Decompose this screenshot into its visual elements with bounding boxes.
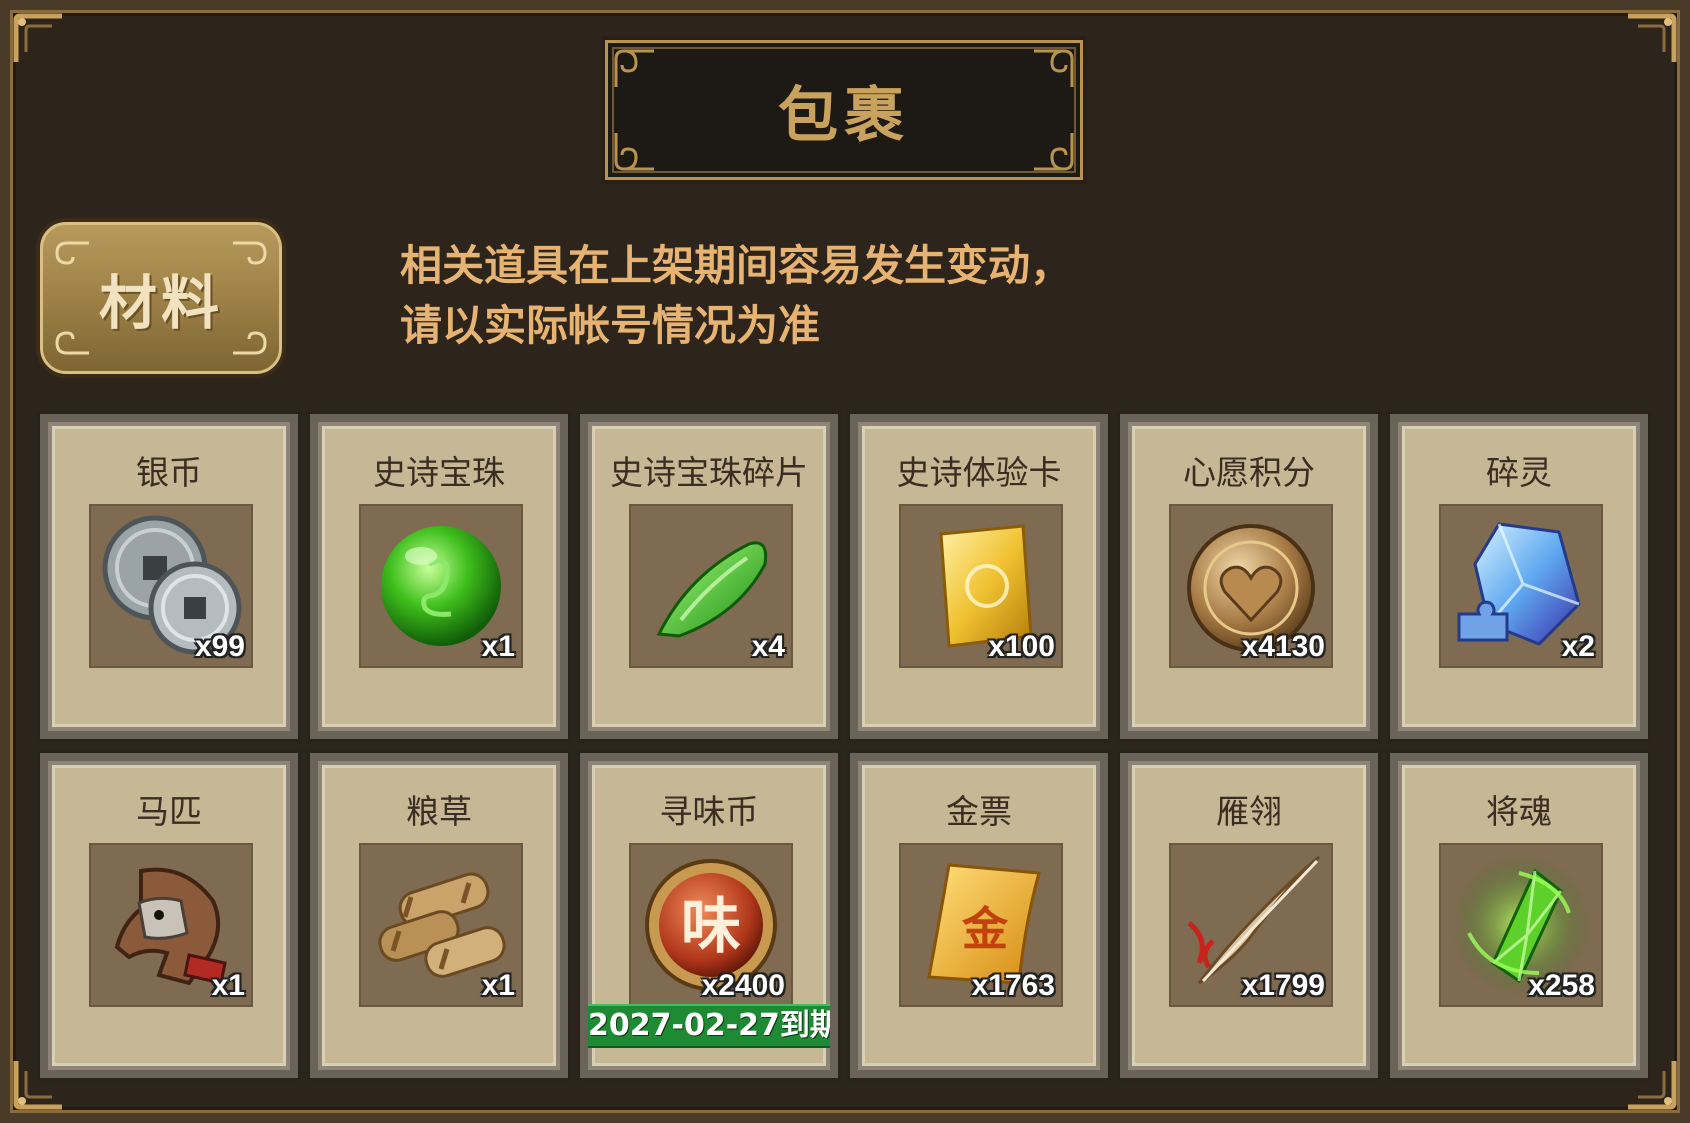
item-card[interactable]: 史诗宝珠碎片 x4 xyxy=(580,414,838,739)
window-title-plate: 包裹 xyxy=(605,40,1083,180)
item-icon-slot: 金 x1763 xyxy=(899,843,1063,1007)
item-card[interactable]: 雁翎 x1799 xyxy=(1120,753,1378,1078)
item-card[interactable]: 心愿积分 x4130 xyxy=(1120,414,1378,739)
corner-ornament-icon xyxy=(1628,13,1677,62)
item-quantity: x4130 xyxy=(1241,630,1325,663)
item-name: 雁翎 xyxy=(1216,792,1282,831)
tab-curl-icon xyxy=(233,331,267,355)
item-card[interactable]: 银币 x99 xyxy=(40,414,298,739)
item-grid: 银币 x99 史诗宝珠 x1 史诗宝珠碎片 x4 史诗体验卡 x100 心愿积分… xyxy=(40,414,1650,1081)
item-icon-slot: x4130 xyxy=(1169,504,1333,668)
item-icon-slot: x1 xyxy=(359,504,523,668)
item-card[interactable]: 将魂 x258 xyxy=(1390,753,1648,1078)
item-card[interactable]: 碎灵 x2 xyxy=(1390,414,1648,739)
svg-text:味: 味 xyxy=(681,892,741,962)
item-name: 马匹 xyxy=(136,792,202,831)
corner-ornament-icon xyxy=(13,13,62,62)
item-icon-slot: x1799 xyxy=(1169,843,1333,1007)
notice-line-2: 请以实际帐号情况为准 xyxy=(400,301,821,350)
item-quantity: x1763 xyxy=(971,969,1055,1002)
item-icon-slot: 味 x2400 xyxy=(629,843,793,1007)
item-name: 史诗体验卡 xyxy=(896,453,1062,492)
item-card[interactable]: 寻味币 味 x2400 2027-02-27到期 xyxy=(580,753,838,1078)
item-card[interactable]: 马匹 x1 xyxy=(40,753,298,1078)
notice-text: 相关道具在上架期间容易发生变动， 请以实际帐号情况为准 xyxy=(400,236,1160,356)
tab-materials[interactable]: 材料 xyxy=(40,222,282,374)
tab-materials-label: 材料 xyxy=(98,269,223,337)
tab-curl-icon xyxy=(55,241,89,265)
expiry-badge: 2027-02-27到期 xyxy=(588,1004,830,1048)
item-name: 银币 xyxy=(136,453,202,492)
item-icon-slot: x2 xyxy=(1439,504,1603,668)
item-card[interactable]: 史诗体验卡 x100 xyxy=(850,414,1108,739)
item-icon-slot: x258 xyxy=(1439,843,1603,1007)
item-quantity: x100 xyxy=(988,630,1055,663)
svg-text:金: 金 xyxy=(961,902,1009,956)
item-card[interactable]: 粮草 x1 xyxy=(310,753,568,1078)
title-ornament-icon xyxy=(614,133,654,171)
window-title: 包裹 xyxy=(778,80,910,151)
item-quantity: x99 xyxy=(194,630,245,663)
item-card[interactable]: 金票 金 x1763 xyxy=(850,753,1108,1078)
item-name: 史诗宝珠 xyxy=(373,453,505,492)
item-quantity: x1799 xyxy=(1241,969,1325,1002)
title-ornament-icon xyxy=(1034,49,1074,87)
item-quantity: x1 xyxy=(211,969,245,1002)
item-name: 将魂 xyxy=(1486,792,1552,831)
item-name: 史诗宝珠碎片 xyxy=(610,453,808,492)
item-icon-slot: x1 xyxy=(359,843,523,1007)
item-name: 碎灵 xyxy=(1486,453,1552,492)
item-name: 金票 xyxy=(946,792,1012,831)
title-ornament-icon xyxy=(614,49,654,87)
item-quantity: x1 xyxy=(481,969,515,1002)
item-name: 寻味币 xyxy=(659,792,759,831)
item-card[interactable]: 史诗宝珠 x1 xyxy=(310,414,568,739)
item-quantity: x2400 xyxy=(701,969,785,1002)
item-quantity: x4 xyxy=(751,630,785,663)
item-quantity: x1 xyxy=(481,630,515,663)
notice-line-1: 相关道具在上架期间容易发生变动， xyxy=(400,241,1073,290)
item-icon-slot: x1 xyxy=(89,843,253,1007)
item-name: 心愿积分 xyxy=(1183,453,1315,492)
item-quantity: x258 xyxy=(1528,969,1595,1002)
tab-curl-icon xyxy=(233,241,267,265)
title-ornament-icon xyxy=(1034,133,1074,171)
item-name: 粮草 xyxy=(406,792,472,831)
item-icon-slot: x100 xyxy=(899,504,1063,668)
item-quantity: x2 xyxy=(1561,630,1595,663)
item-icon-slot: x4 xyxy=(629,504,793,668)
item-icon-slot: x99 xyxy=(89,504,253,668)
tab-curl-icon xyxy=(55,331,89,355)
